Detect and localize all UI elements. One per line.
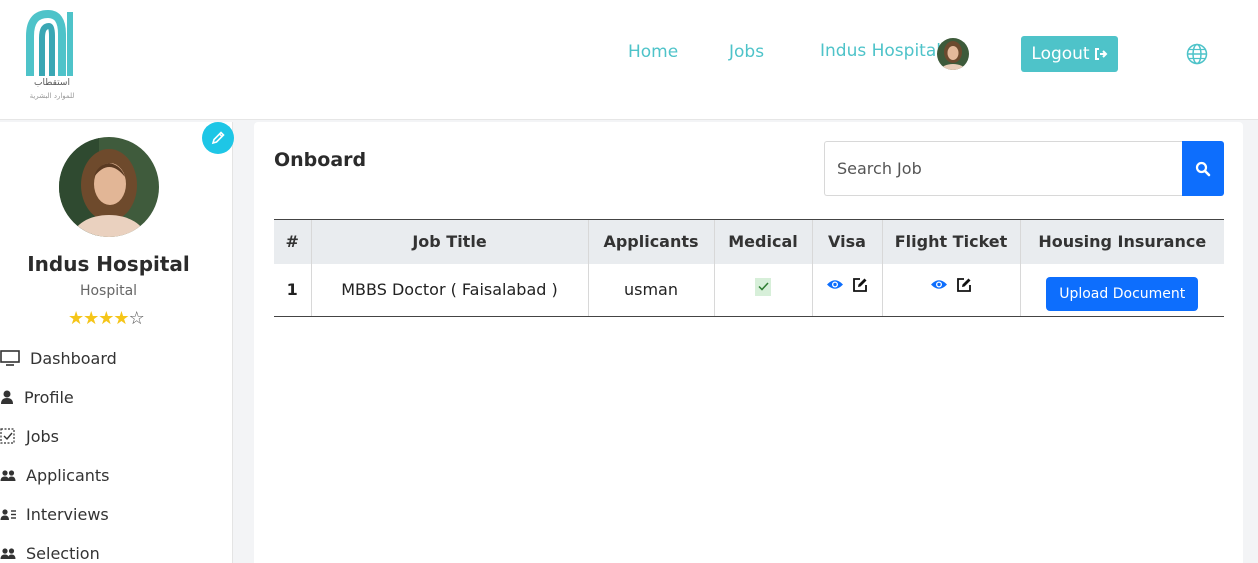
logout-label: Logout xyxy=(1031,44,1090,64)
visa-cell xyxy=(811,263,882,317)
star-filled-icon: ★ xyxy=(83,308,99,329)
column-header: Housing Insurance xyxy=(1019,219,1224,264)
column-header: # xyxy=(274,219,311,264)
logout-icon xyxy=(1094,48,1108,60)
medical-cell xyxy=(713,263,812,317)
profile-avatar xyxy=(59,137,159,237)
top-header: استقطاب للموارد البشرية Home Jobs Indus … xyxy=(0,0,1258,120)
nav-jobs-link[interactable]: Jobs xyxy=(729,42,764,62)
table-header-row: # Job Title Applicants Medical Visa Flig… xyxy=(274,219,1224,264)
sidebar-item-label: Jobs xyxy=(26,426,59,446)
column-header: Visa xyxy=(811,219,882,264)
nav-user-link[interactable]: Indus Hospital xyxy=(820,41,941,61)
logout-button[interactable]: Logout xyxy=(1021,36,1118,72)
housing-insurance-cell: Upload Document xyxy=(1019,263,1224,317)
nav-home-link[interactable]: Home xyxy=(628,42,678,62)
star-filled-icon: ★ xyxy=(68,308,84,329)
sidebar-item-dashboard[interactable]: Dashboard xyxy=(0,344,117,372)
pencil-icon xyxy=(211,131,225,145)
brand-logo[interactable]: استقطاب للموارد البشرية xyxy=(22,6,82,106)
sidebar-item-label: Dashboard xyxy=(30,348,117,368)
column-header: Job Title xyxy=(310,219,588,264)
rating-stars: ★★★★☆ xyxy=(68,308,145,329)
sidebar-item-label: Interviews xyxy=(26,504,109,524)
star-filled-icon: ★ xyxy=(113,308,129,329)
edit-profile-button[interactable] xyxy=(202,122,234,154)
column-header: Applicants xyxy=(587,219,714,264)
monitor-icon xyxy=(0,350,20,366)
user-avatar[interactable] xyxy=(937,38,969,70)
onboard-card: Onboard # Job Title Applicants Medical V… xyxy=(254,122,1243,563)
logo-mark-icon xyxy=(26,9,73,76)
sidebar-item-profile[interactable]: Profile xyxy=(0,383,74,411)
globe-icon[interactable] xyxy=(1186,43,1208,65)
onboard-table: # Job Title Applicants Medical Visa Flig… xyxy=(274,219,1224,317)
sidebar-item-label: Applicants xyxy=(26,465,110,485)
flight-ticket-cell xyxy=(881,263,1020,317)
profile-role: Hospital xyxy=(79,283,138,299)
search-icon xyxy=(1195,161,1211,176)
search-button[interactable] xyxy=(1182,141,1224,196)
sidebar: Indus Hospital Hospital ★★★★☆ Dashboard … xyxy=(0,122,234,563)
medical-checkbox[interactable] xyxy=(755,277,771,296)
users-icon xyxy=(0,548,16,559)
column-header: Medical xyxy=(713,219,812,264)
profile-name: Indus Hospital xyxy=(27,252,190,276)
sidebar-item-interviews[interactable]: Interviews xyxy=(0,500,109,528)
sidebar-item-selection[interactable]: Selection xyxy=(0,539,100,563)
page-title: Onboard xyxy=(274,149,367,171)
sidebar-item-label: Selection xyxy=(26,543,100,563)
star-filled-icon: ★ xyxy=(98,308,114,329)
user-list-icon xyxy=(0,509,16,520)
search-input[interactable] xyxy=(824,141,1183,196)
eye-icon[interactable] xyxy=(930,278,948,291)
logo-text: استقطاب xyxy=(34,78,70,88)
eye-icon[interactable] xyxy=(826,278,844,291)
logo-subtext: للموارد البشرية xyxy=(29,92,75,100)
upload-document-button[interactable]: Upload Document xyxy=(1046,276,1199,311)
check-icon xyxy=(757,282,769,291)
applicant-cell: usman xyxy=(587,263,714,317)
clipboard-check-icon xyxy=(0,428,15,444)
users-icon xyxy=(0,470,16,481)
star-empty-icon: ☆ xyxy=(128,308,145,329)
sidebar-item-label: Profile xyxy=(24,387,74,407)
row-index: 1 xyxy=(274,263,311,317)
table-row: 1 MBBS Doctor ( Faisalabad ) usman Uploa… xyxy=(274,263,1224,317)
job-title-cell: MBBS Doctor ( Faisalabad ) xyxy=(310,263,588,317)
user-icon xyxy=(1,390,13,404)
edit-icon[interactable] xyxy=(956,277,972,293)
column-header: Flight Ticket xyxy=(881,219,1020,264)
sidebar-item-applicants[interactable]: Applicants xyxy=(0,461,110,489)
sidebar-item-jobs[interactable]: Jobs xyxy=(0,422,59,450)
edit-icon[interactable] xyxy=(852,277,868,293)
